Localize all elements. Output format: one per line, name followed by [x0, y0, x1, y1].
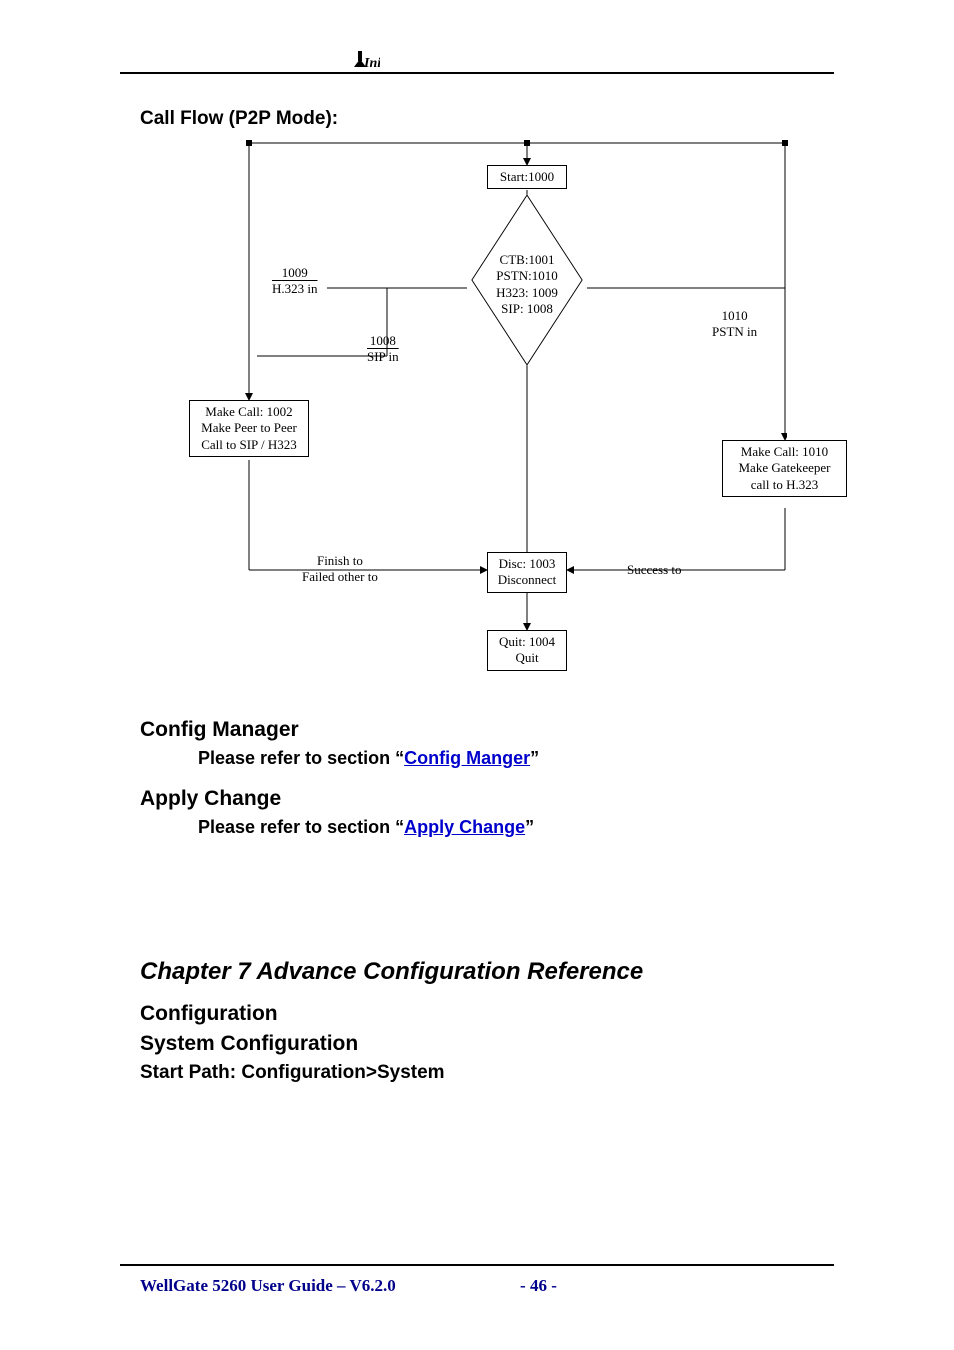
config-manager-ref: Please refer to section “Config Manger”: [198, 748, 834, 769]
apply-change-link[interactable]: Apply Change: [404, 817, 525, 837]
call-flow-heading: Call Flow (P2P Mode):: [140, 108, 834, 130]
success-label: Success to: [627, 562, 682, 578]
system-config-heading: System Configuration: [140, 1032, 834, 1056]
config-manager-link[interactable]: Config Manger: [404, 748, 530, 768]
page-footer: WellGate 5260 User Guide – V6.2.0 - 46 -: [140, 1276, 557, 1296]
config-manager-heading: Config Manager: [140, 718, 834, 742]
start-path: Start Path: Configuration>System: [140, 1062, 834, 1084]
configuration-heading: Configuration: [140, 1002, 834, 1026]
decision-line: CTB:1001: [500, 252, 555, 267]
quit-node: Quit: 1004 Quit: [487, 630, 567, 671]
sip-in-label: 1008 SIP in: [367, 333, 399, 366]
h323-in-label: 1009 H.323 in: [272, 265, 318, 298]
page-content: Call Flow (P2P Mode):: [140, 108, 834, 1094]
disconnect-node: Disc: 1003 Disconnect: [487, 552, 567, 593]
call-flow-diagram: Start:1000 CTB:1001 PSTN:1010 H323: 1009…: [187, 140, 787, 700]
decision-line: H323: 1009: [496, 285, 558, 300]
decision-line: PSTN:1010: [496, 268, 557, 283]
start-node: Start:1000: [487, 165, 567, 189]
chapter-heading: Chapter 7 Advance Configuration Referenc…: [140, 958, 834, 986]
make-call-left-node: Make Call: 1002 Make Peer to Peer Call t…: [189, 400, 309, 457]
make-call-right-node: Make Call: 1010 Make Gatekeeper call to …: [722, 440, 847, 497]
footer-separator: [120, 1264, 834, 1266]
apply-change-ref: Please refer to section “Apply Change”: [198, 817, 834, 838]
header-separator: [120, 72, 834, 74]
pstn-in-label: 1010 PSTN in: [712, 308, 757, 341]
svg-text:Ini: Ini: [363, 56, 380, 71]
footer-page-number: - 46 -: [520, 1276, 557, 1295]
finish-label: Finish to Failed other to: [302, 553, 378, 586]
footer-guide: WellGate 5260 User Guide – V6.2.0: [140, 1276, 396, 1295]
apply-change-heading: Apply Change: [140, 787, 834, 811]
decision-line: SIP: 1008: [501, 301, 553, 316]
decision-node: CTB:1001 PSTN:1010 H323: 1009 SIP: 1008: [471, 240, 583, 336]
